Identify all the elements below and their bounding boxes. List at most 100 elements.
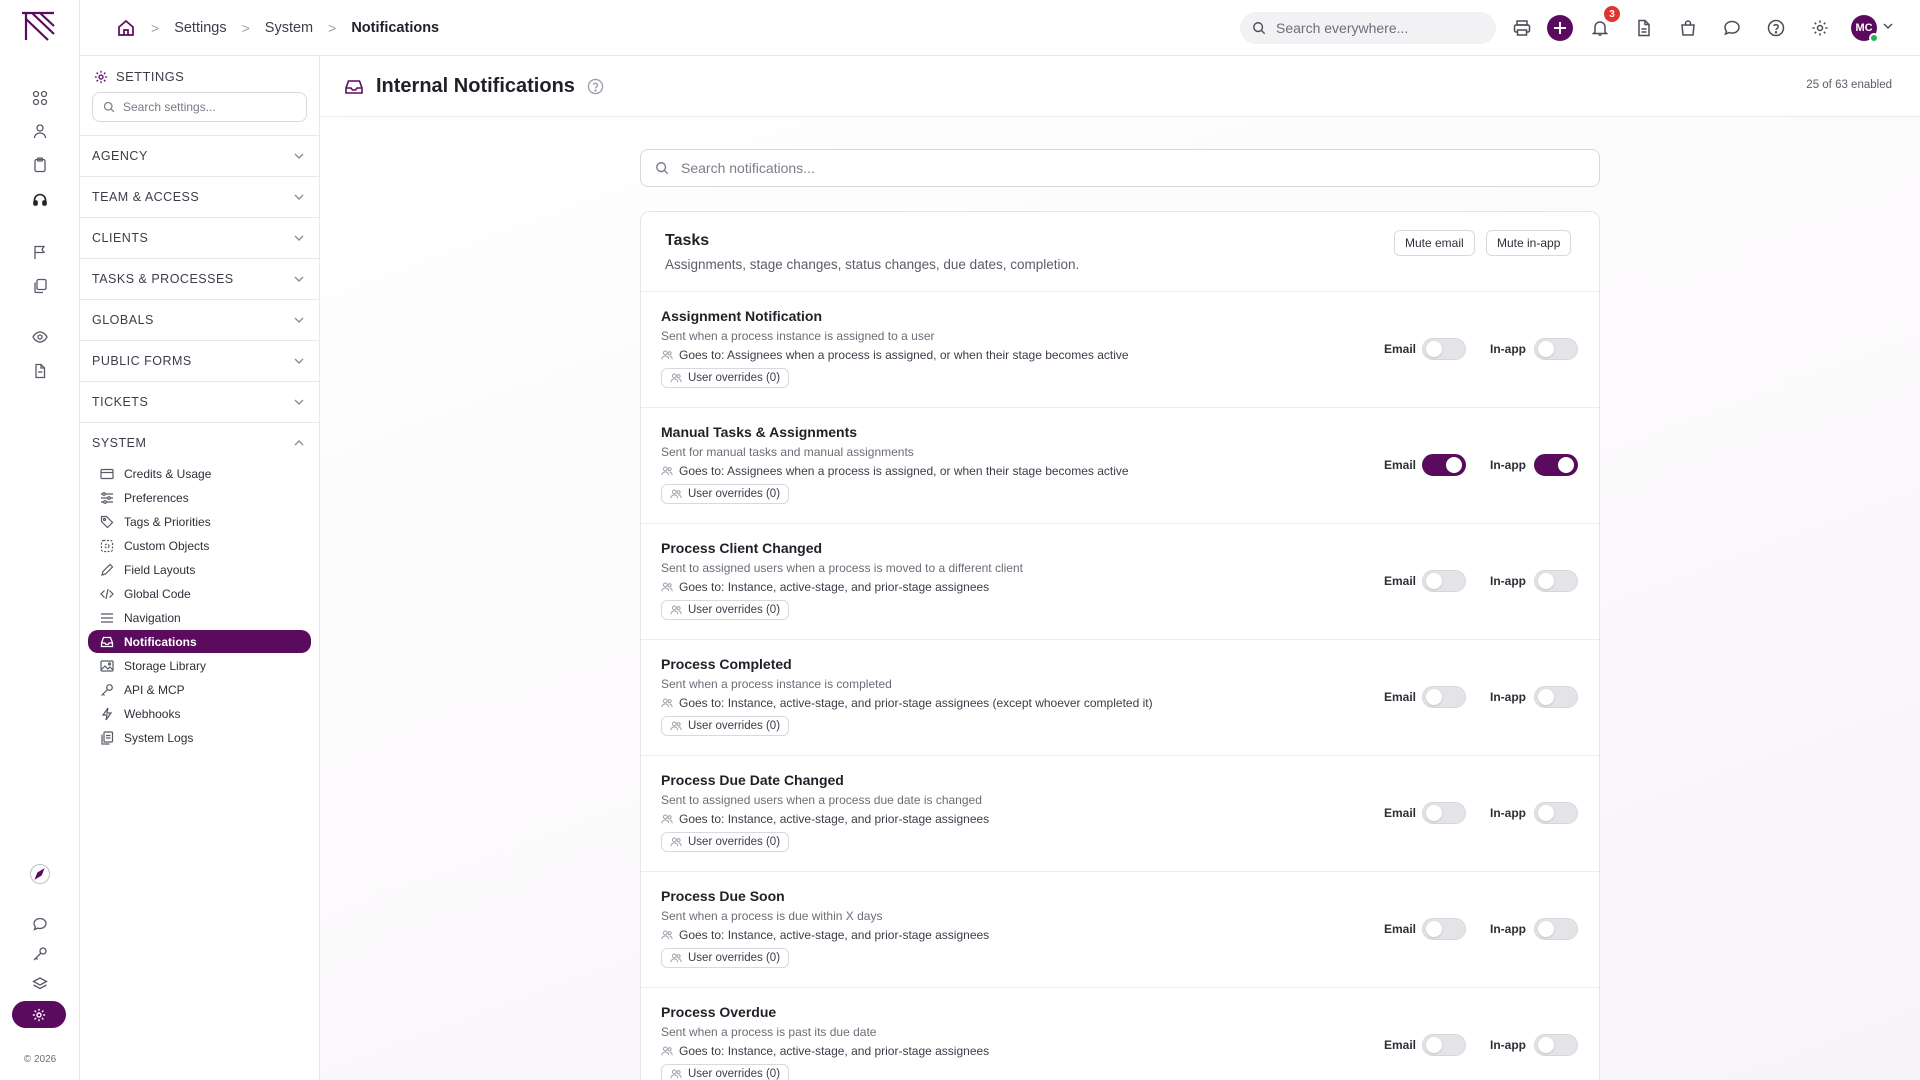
rail-settings-button[interactable] [12, 1001, 66, 1028]
breadcrumb-system[interactable]: System [265, 20, 313, 36]
mute-email-button[interactable]: Mute email [1394, 230, 1475, 256]
chevron-down-icon [293, 396, 305, 408]
notification-search[interactable] [640, 149, 1600, 187]
toggle-knob [1538, 689, 1554, 705]
dashboard-icon[interactable] [28, 86, 52, 110]
key-icon[interactable] [28, 942, 52, 966]
inapp-toggle[interactable] [1534, 338, 1578, 360]
email-toggle[interactable] [1422, 454, 1466, 476]
sidebar-item-notifications[interactable]: Notifications [88, 630, 311, 653]
inapp-toggle[interactable] [1534, 686, 1578, 708]
email-toggle[interactable] [1422, 1034, 1466, 1056]
sidebar-item-system-logs[interactable]: System Logs [88, 726, 311, 749]
sidebar-item-label: Global Code [124, 586, 191, 601]
headset-icon[interactable] [28, 188, 52, 212]
sidebar-item-tags-priorities[interactable]: Tags & Priorities [88, 510, 311, 533]
page-title: Internal Notifications [344, 56, 604, 117]
user-overrides-button[interactable]: User overrides (0) [661, 1064, 790, 1080]
inapp-toggle[interactable] [1534, 454, 1578, 476]
email-toggle[interactable] [1422, 802, 1466, 824]
sidebar-item-field-layouts[interactable]: Field Layouts [88, 558, 311, 581]
chat-icon[interactable] [28, 912, 52, 936]
email-label: Email [1384, 806, 1417, 820]
help-icon[interactable] [587, 78, 604, 95]
user-overrides-button[interactable]: User overrides (0) [661, 484, 790, 504]
section-public-forms[interactable]: PUBLIC FORMS [80, 340, 319, 381]
document-icon[interactable] [28, 359, 52, 383]
inbox-icon [344, 77, 364, 97]
code-icon [100, 587, 114, 601]
sidebar-item-navigation[interactable]: Navigation [88, 606, 311, 629]
user-overrides-button[interactable]: User overrides (0) [661, 600, 790, 620]
home-icon[interactable] [116, 18, 136, 38]
mute-inapp-button[interactable]: Mute in-app [1486, 230, 1572, 256]
gear-icon[interactable] [1808, 16, 1832, 40]
sidebar-item-api-mcp[interactable]: API & MCP [88, 678, 311, 701]
notification-row: Process Due Date Changed Sent to assigned… [641, 756, 1599, 872]
users-icon [670, 1068, 682, 1080]
create-button[interactable] [1547, 15, 1573, 41]
shopping-bag-icon[interactable] [1676, 16, 1700, 40]
breadcrumb-settings[interactable]: Settings [174, 20, 226, 36]
section-clients[interactable]: CLIENTS [80, 217, 319, 258]
inapp-label: In-app [1490, 806, 1526, 820]
inapp-label: In-app [1490, 458, 1526, 472]
global-search-input[interactable] [1276, 20, 1476, 36]
settings-search[interactable] [92, 92, 307, 122]
user-overrides-button[interactable]: User overrides (0) [661, 948, 790, 968]
toggle-knob [1538, 805, 1554, 821]
inapp-toggle[interactable] [1534, 570, 1578, 592]
settings-search-input[interactable] [123, 100, 293, 114]
section-agency[interactable]: AGENCY [80, 135, 319, 176]
user-icon[interactable] [28, 119, 52, 143]
eye-icon[interactable] [28, 325, 52, 349]
email-toggle[interactable] [1422, 570, 1466, 592]
app-rail: © 2026 [0, 0, 80, 1080]
sidebar-item-storage-library[interactable]: Storage Library [88, 654, 311, 677]
section-tickets[interactable]: TICKETS [80, 381, 319, 422]
users-icon [661, 465, 673, 477]
inapp-toggle[interactable] [1534, 1034, 1578, 1056]
notification-title: Process Completed [661, 656, 792, 672]
chevron-down-icon [293, 273, 305, 285]
user-overrides-button[interactable]: User overrides (0) [661, 716, 790, 736]
section-system[interactable]: SYSTEM [80, 422, 319, 463]
sidebar-item-webhooks[interactable]: Webhooks [88, 702, 311, 725]
print-icon[interactable] [1510, 16, 1534, 40]
chevron-down-icon [293, 191, 305, 203]
inapp-toggle[interactable] [1534, 918, 1578, 940]
email-toggle[interactable] [1422, 918, 1466, 940]
clipboard-icon[interactable] [28, 153, 52, 177]
sidebar-item-preferences[interactable]: Preferences [88, 486, 311, 509]
sidebar-item-credits-usage[interactable]: Credits & Usage [88, 462, 311, 485]
sidebar-item-global-code[interactable]: Global Code [88, 582, 311, 605]
user-overrides-label: User overrides (0) [688, 488, 781, 500]
top-bar: > Settings > System > Notifications 3 [80, 0, 1920, 56]
chevron-down-icon[interactable] [1882, 20, 1894, 32]
section-team-access[interactable]: TEAM & ACCESS [80, 176, 319, 217]
app-logo-icon[interactable] [20, 10, 60, 46]
user-overrides-button[interactable]: User overrides (0) [661, 832, 790, 852]
help-icon[interactable] [1764, 16, 1788, 40]
user-overrides-label: User overrides (0) [688, 1068, 781, 1080]
section-globals[interactable]: GLOBALS [80, 299, 319, 340]
message-icon[interactable] [1720, 16, 1744, 40]
layers-icon[interactable] [28, 972, 52, 996]
toggle-knob [1538, 341, 1554, 357]
flag-icon[interactable] [28, 240, 52, 264]
sidebar-item-custom-objects[interactable]: Custom Objects [88, 534, 311, 557]
notification-search-input[interactable] [681, 160, 1561, 176]
email-toggle[interactable] [1422, 686, 1466, 708]
rocket-icon[interactable] [28, 862, 52, 886]
user-overrides-button[interactable]: User overrides (0) [661, 368, 790, 388]
users-icon [670, 720, 682, 732]
file-icon[interactable] [1632, 16, 1656, 40]
global-search[interactable] [1240, 12, 1496, 44]
avatar[interactable]: MC [1851, 15, 1879, 43]
section-tasks-processes[interactable]: TASKS & PROCESSES [80, 258, 319, 299]
email-toggle[interactable] [1422, 338, 1466, 360]
recipients-text: Goes to: Assignees when a process is ass… [679, 464, 1129, 478]
inapp-toggle[interactable] [1534, 802, 1578, 824]
email-label: Email [1384, 690, 1417, 704]
files-icon[interactable] [28, 274, 52, 298]
